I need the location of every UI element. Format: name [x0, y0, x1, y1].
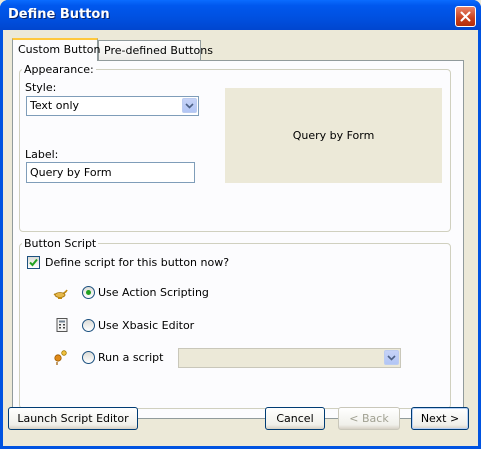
tab-page: Appearance: Style: Text only Label: Quer… [12, 60, 464, 419]
button-script-group: Button Script Define script for this but… [19, 237, 451, 409]
tab-custom-button-label: Custom Button [18, 43, 101, 56]
title-bar[interactable]: Define Button [0, 0, 481, 30]
dialog-window: Define Button Custom Button Pre-defined … [0, 0, 481, 449]
run-script-dropdown-button[interactable] [384, 350, 399, 365]
launch-script-editor-button[interactable]: Launch Script Editor [8, 407, 138, 430]
chevron-down-icon [387, 354, 396, 361]
script-run-icon [54, 350, 67, 365]
label-label: Label: [25, 148, 59, 161]
cancel-button-label: Cancel [276, 412, 314, 425]
close-button[interactable] [455, 6, 476, 27]
option-xbasic-editor-label: Use Xbasic Editor [98, 319, 195, 332]
radio-run-script[interactable] [82, 351, 95, 364]
tab-predefined-buttons-label: Pre-defined Buttons [104, 44, 213, 57]
label-input[interactable]: Query by Form [26, 162, 195, 183]
define-script-checkbox[interactable] [27, 256, 40, 269]
radio-xbasic-editor[interactable] [82, 319, 95, 332]
radio-selected-dot [86, 290, 91, 295]
style-label: Style: [25, 81, 57, 94]
tab-predefined-buttons[interactable]: Pre-defined Buttons [98, 40, 213, 61]
checkmark-icon [29, 258, 38, 267]
appearance-group-title: Appearance: [22, 63, 96, 76]
tab-custom-button[interactable]: Custom Button [12, 38, 101, 61]
calculator-icon [56, 318, 68, 332]
run-script-select[interactable] [178, 348, 401, 368]
close-icon [460, 11, 471, 22]
style-select-value: Text only [30, 99, 80, 112]
appearance-group: Appearance: Style: Text only Label: Quer… [19, 63, 451, 232]
launch-script-editor-label: Launch Script Editor [17, 412, 129, 425]
back-button[interactable]: < Back [338, 407, 400, 430]
style-select[interactable]: Text only [26, 96, 199, 116]
next-button-label: Next > [420, 412, 460, 425]
define-script-label: Define script for this button now? [45, 256, 230, 269]
chevron-down-icon [185, 102, 194, 109]
dialog-body: Custom Button Pre-defined Buttons Appear… [3, 30, 478, 446]
option-run-script-label: Run a script [98, 351, 164, 364]
style-dropdown-button[interactable] [182, 98, 197, 113]
radio-action-scripting[interactable] [82, 286, 95, 299]
button-script-group-title: Button Script [22, 237, 99, 250]
back-button-label: < Back [349, 412, 389, 425]
next-button[interactable]: Next > [411, 407, 469, 430]
window-title: Define Button [8, 7, 110, 22]
option-action-scripting-label: Use Action Scripting [98, 286, 209, 299]
cancel-button[interactable]: Cancel [265, 407, 325, 430]
button-preview-text: Query by Form [292, 129, 375, 142]
genie-lamp-icon [53, 289, 68, 299]
button-preview: Query by Form [225, 88, 442, 183]
